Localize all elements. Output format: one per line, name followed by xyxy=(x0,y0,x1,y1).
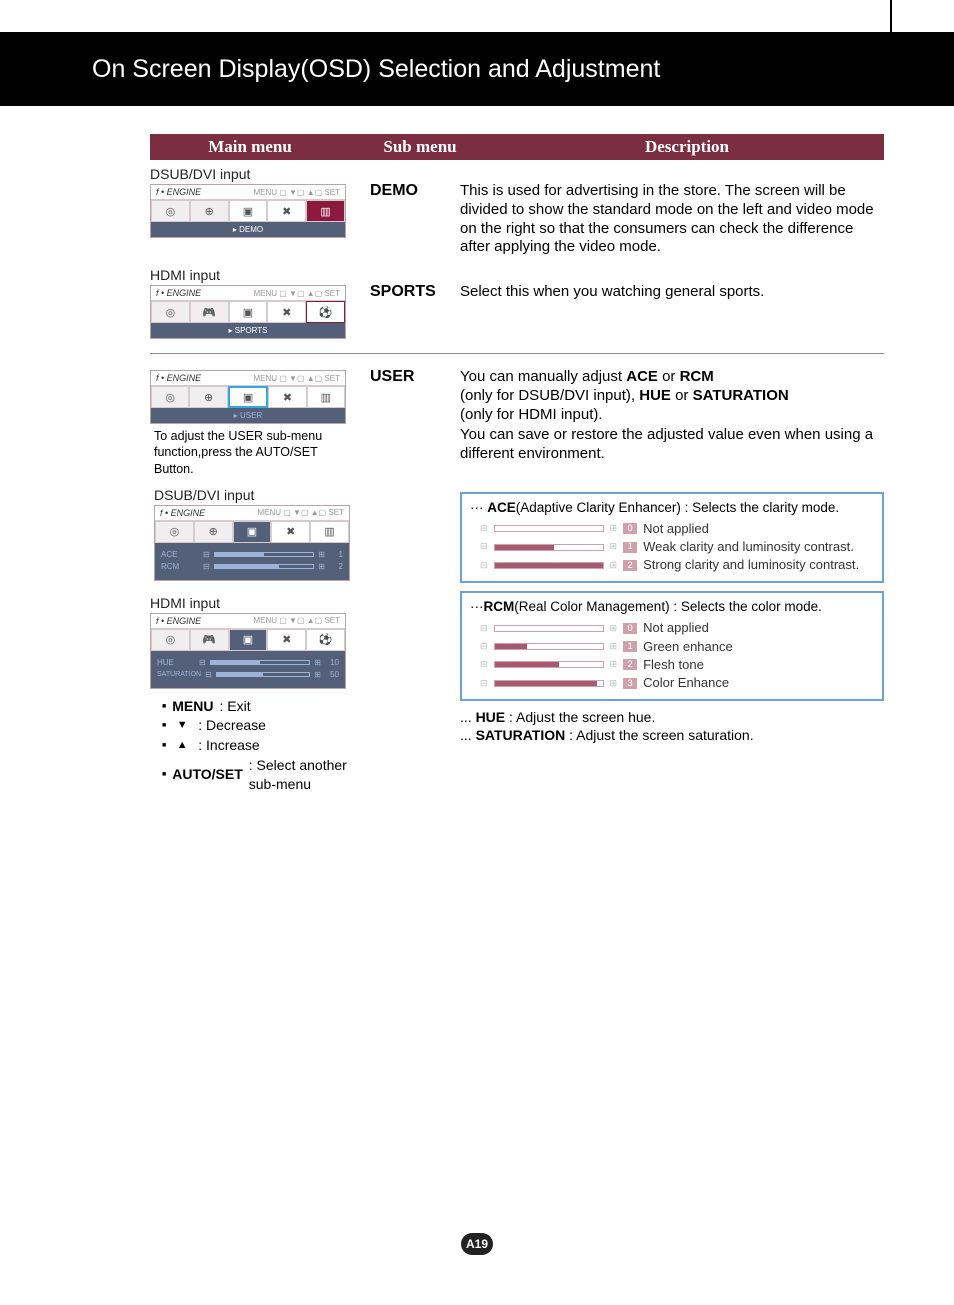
normal-icon: ✖ xyxy=(268,386,306,408)
option-row: ⊟⊞2Flesh tone xyxy=(480,657,874,673)
banner-title: On Screen Display(OSD) Selection and Adj… xyxy=(0,55,660,84)
osd-preview-user-hdmi: f • ENGINEMENU ▢ ▼▢ ▲▢ SET ◎🎮▣✖⚽ HUE⊟⊞10… xyxy=(150,613,346,689)
label-hdmi-1: HDMI input xyxy=(150,267,884,283)
sports-icon: ⚽ xyxy=(306,301,345,323)
movie-icon: ◎ xyxy=(151,386,189,408)
rcm-options-box: ···RCM(Real Color Management) : Selects … xyxy=(460,591,884,701)
option-row: ⊟⊞3Color Enhance xyxy=(480,675,874,691)
user-icon-highlighted: ▣ xyxy=(228,386,268,408)
hue-note: ... HUE : Adjust the screen hue. xyxy=(460,709,884,727)
osd-preview-demo: f • ENGINEMENU ▢ ▼▢ ▲▢ SET ◎ ⊕ ▣ ✖ ▥ ▸ D… xyxy=(150,184,346,238)
decrease-icon: ▼ xyxy=(172,718,192,733)
option-row: ⊟⊞2Strong clarity and luminosity contras… xyxy=(480,557,874,573)
osd-preview-sports: f • ENGINEMENU ▢ ▼▢ ▲▢ SET ◎ 🎮 ▣ ✖ ⚽ ▸ S… xyxy=(150,285,346,339)
page-number: A19 xyxy=(0,1233,954,1255)
osd-preview-user: f • ENGINEMENU ▢ ▼▢ ▲▢ SET ◎ ⊕ ▣ ✖ ▥ ▸ U… xyxy=(150,370,346,424)
button-legend: ■MENU : Exit ■▼ : Decrease ■▲ : Increase… xyxy=(162,697,360,795)
ace-options-box: ··· ACE(Adaptive Clarity Enhancer) : Sel… xyxy=(460,492,884,584)
internet-icon: ⊕ xyxy=(190,200,229,222)
col-description: Description xyxy=(490,137,884,157)
col-main-menu: Main menu xyxy=(150,137,350,157)
normal-icon: ✖ xyxy=(267,200,306,222)
sub-user: USER xyxy=(370,368,450,795)
option-row: ⊟⊞1Weak clarity and luminosity contrast. xyxy=(480,539,874,555)
column-header-row: Main menu Sub menu Description xyxy=(150,134,884,160)
movie-icon: ◎ xyxy=(151,200,190,222)
increase-icon: ▲ xyxy=(172,738,192,753)
game-icon: 🎮 xyxy=(190,301,229,323)
movie-icon: ◎ xyxy=(151,301,190,323)
demo-icon: ▥ xyxy=(307,386,345,408)
option-row: ⊟⊞1Green enhance xyxy=(480,639,874,655)
page-corner-rule xyxy=(890,0,892,32)
user-icon: ▣ xyxy=(229,301,268,323)
sat-note: ... SATURATION : Adjust the screen satur… xyxy=(460,727,884,745)
sub-demo: DEMO xyxy=(370,182,450,257)
desc-user: You can manually adjust ACE or RCM (only… xyxy=(460,368,884,795)
label-dsub-1: DSUB/DVI input xyxy=(150,166,884,182)
osd-preview-user-dsub: f • ENGINEMENU ▢ ▼▢ ▲▢ SET ◎⊕▣✖▥ ACE⊟⊞1 … xyxy=(154,505,350,581)
internet-icon: ⊕ xyxy=(189,386,227,408)
sub-sports: SPORTS xyxy=(370,283,450,339)
col-sub-menu: Sub menu xyxy=(350,137,490,157)
option-row: ⊟⊞0Not applied xyxy=(480,620,874,636)
section-banner: On Screen Display(OSD) Selection and Adj… xyxy=(0,32,954,106)
option-row: ⊟⊞0Not applied xyxy=(480,521,874,537)
desc-sports: Select this when you watching general sp… xyxy=(460,283,884,339)
note-user-adjust: To adjust the USER sub-menu function,pre… xyxy=(154,428,360,477)
desc-demo: This is used for advertising in the stor… xyxy=(460,182,884,257)
label-dsub-2: DSUB/DVI input xyxy=(154,487,360,503)
demo-icon: ▥ xyxy=(306,200,345,222)
label-hdmi-2: HDMI input xyxy=(150,595,360,611)
section-divider xyxy=(150,353,884,354)
normal-icon: ✖ xyxy=(267,301,306,323)
user-icon: ▣ xyxy=(229,200,268,222)
